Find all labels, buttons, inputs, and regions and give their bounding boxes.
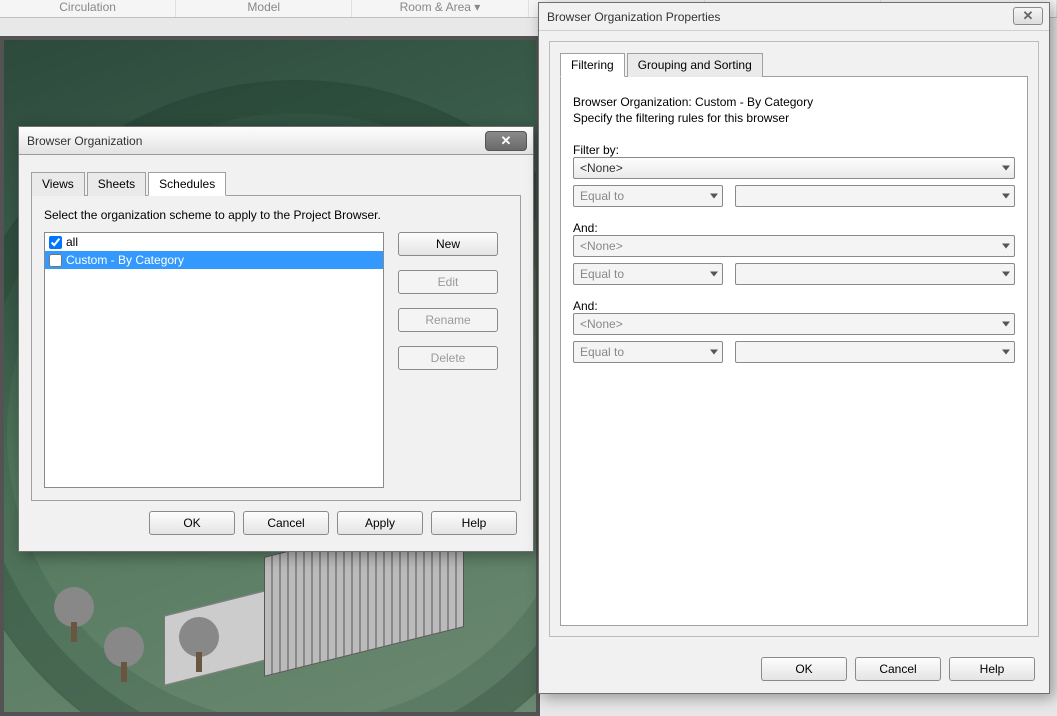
- help-button[interactable]: Help: [949, 657, 1035, 681]
- new-button[interactable]: New: [398, 232, 498, 256]
- combo-value: <None>: [580, 239, 623, 253]
- tabstrip: Views Sheets Schedules: [31, 171, 521, 196]
- list-item[interactable]: all: [45, 233, 383, 251]
- tabpage-filtering: Browser Organization: Custom - By Catego…: [560, 77, 1028, 626]
- filter-op-combo[interactable]: Equal to: [573, 341, 723, 363]
- combo-value: <None>: [580, 161, 623, 175]
- combo-value: Equal to: [580, 189, 624, 203]
- list-item-label: Custom - By Category: [66, 253, 184, 267]
- chevron-down-icon: [710, 350, 718, 355]
- chevron-down-icon: [710, 194, 718, 199]
- combo-value: <None>: [580, 317, 623, 331]
- filter-op-combo[interactable]: Equal to: [573, 185, 723, 207]
- tabpage-schedules: Select the organization scheme to apply …: [31, 196, 521, 501]
- filter-op-combo[interactable]: Equal to: [573, 263, 723, 285]
- ribbon-group-room-area[interactable]: Room & Area ▾: [352, 0, 528, 17]
- chevron-down-icon: [1002, 322, 1010, 327]
- apply-button[interactable]: Apply: [337, 511, 423, 535]
- filter-field-combo[interactable]: <None>: [573, 157, 1015, 179]
- scheme-listbox[interactable]: all Custom - By Category: [44, 232, 384, 488]
- subheading-text: Specify the filtering rules for this bro…: [573, 111, 1015, 125]
- chevron-down-icon: [1002, 350, 1010, 355]
- browser-organization-properties-dialog: Browser Organization Properties ✕ Filter…: [538, 2, 1050, 694]
- chevron-down-icon: [1002, 194, 1010, 199]
- ok-button[interactable]: OK: [761, 657, 847, 681]
- tab-grouping-sorting[interactable]: Grouping and Sorting: [627, 53, 763, 77]
- chevron-down-icon: [1002, 272, 1010, 277]
- filter-value-combo[interactable]: [735, 263, 1015, 285]
- tabstrip: Filtering Grouping and Sorting: [560, 52, 1028, 77]
- cancel-button[interactable]: Cancel: [243, 511, 329, 535]
- close-icon[interactable]: ✕: [1013, 7, 1043, 25]
- heading-text: Browser Organization: Custom - By Catego…: [573, 95, 1015, 109]
- and-label: And:: [573, 299, 1015, 313]
- filter-field-combo[interactable]: <None>: [573, 235, 1015, 257]
- filter-value-combo[interactable]: [735, 185, 1015, 207]
- cancel-button[interactable]: Cancel: [855, 657, 941, 681]
- tab-views[interactable]: Views: [31, 172, 85, 196]
- and-label: And:: [573, 221, 1015, 235]
- chevron-down-icon: [1002, 166, 1010, 171]
- tab-schedules[interactable]: Schedules: [148, 172, 226, 196]
- close-icon[interactable]: ✕: [485, 131, 527, 151]
- dialog-footer: OK Cancel Help: [539, 647, 1049, 693]
- ribbon-group-model[interactable]: Model: [176, 0, 352, 17]
- list-item-checkbox[interactable]: [49, 236, 62, 249]
- dialog-footer: OK Cancel Apply Help: [31, 501, 521, 539]
- help-button[interactable]: Help: [431, 511, 517, 535]
- filter-field-combo[interactable]: <None>: [573, 313, 1015, 335]
- dialog-titlebar[interactable]: Browser Organization ✕: [19, 127, 533, 155]
- tab-sheets[interactable]: Sheets: [87, 172, 146, 196]
- chevron-down-icon: [1002, 244, 1010, 249]
- ok-button[interactable]: OK: [149, 511, 235, 535]
- rename-button[interactable]: Rename: [398, 308, 498, 332]
- combo-value: Equal to: [580, 345, 624, 359]
- chevron-down-icon: [710, 272, 718, 277]
- dialog-titlebar[interactable]: Browser Organization Properties ✕: [539, 3, 1049, 31]
- edit-button[interactable]: Edit: [398, 270, 498, 294]
- list-item[interactable]: Custom - By Category: [45, 251, 383, 269]
- dialog-title: Browser Organization: [27, 134, 142, 148]
- filter-by-label: Filter by:: [573, 143, 1015, 157]
- tab-filtering[interactable]: Filtering: [560, 53, 625, 77]
- browser-organization-dialog: Browser Organization ✕ Views Sheets Sche…: [18, 126, 534, 552]
- instruction-text: Select the organization scheme to apply …: [44, 208, 508, 222]
- trees-group: [54, 562, 254, 682]
- ribbon-group-circulation[interactable]: Circulation: [0, 0, 176, 17]
- list-item-checkbox[interactable]: [49, 254, 62, 267]
- list-item-label: all: [66, 235, 78, 249]
- delete-button[interactable]: Delete: [398, 346, 498, 370]
- dialog-title: Browser Organization Properties: [547, 10, 720, 24]
- combo-value: Equal to: [580, 267, 624, 281]
- filter-value-combo[interactable]: [735, 341, 1015, 363]
